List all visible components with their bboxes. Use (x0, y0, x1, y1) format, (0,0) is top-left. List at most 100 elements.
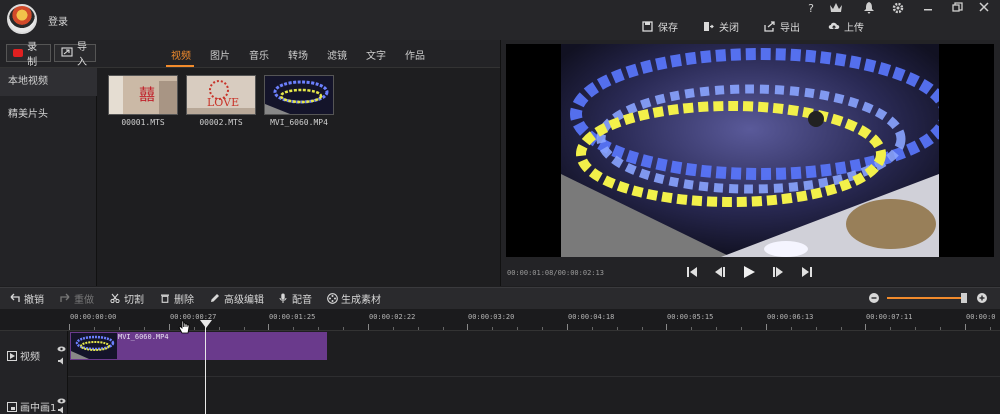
ruler-tick (691, 327, 692, 330)
gear-icon[interactable] (889, 2, 907, 16)
tab-text[interactable]: 文字 (366, 47, 386, 62)
ruler-tick (94, 327, 95, 330)
import-icon (61, 46, 73, 60)
skip-to-end-button[interactable] (799, 264, 815, 280)
media-filename: 00002.MTS (199, 118, 243, 127)
play-button[interactable] (741, 264, 757, 280)
svg-text:囍: 囍 (139, 85, 155, 104)
ruler-tick (865, 324, 866, 330)
vip-crown-icon[interactable] (827, 2, 845, 16)
dub-button[interactable]: 配音 (278, 291, 312, 306)
ruler-tick (816, 327, 817, 330)
video-track-label: 视频 (20, 352, 40, 363)
tab-images[interactable]: 图片 (210, 47, 230, 62)
ruler-label: 00:00:07:11 (866, 313, 913, 321)
ruler-tick (517, 327, 518, 330)
export-button[interactable]: 导出 (764, 18, 800, 34)
ruler-tick (617, 327, 618, 330)
ruler-tick (69, 324, 70, 330)
cut-button[interactable]: 切割 (110, 291, 144, 306)
ruler-label: 00:00:05:15 (667, 313, 714, 321)
pip-track-icon (7, 401, 17, 412)
close-project-label: 关闭 (719, 22, 739, 34)
login-link[interactable]: 登录 (48, 13, 68, 28)
ruler-tick (443, 327, 444, 330)
help-icon[interactable]: ? (802, 2, 820, 16)
bell-icon[interactable] (860, 2, 878, 16)
ruler-tick (766, 324, 767, 330)
tab-music[interactable]: 音乐 (249, 47, 269, 62)
ruler-tick (268, 324, 269, 330)
ruler-tick (144, 327, 145, 330)
zoom-slider[interactable] (887, 297, 965, 299)
ruler-tick (965, 324, 966, 330)
speaker-icon[interactable] (57, 357, 66, 368)
undo-button[interactable]: 撤销 (10, 291, 44, 306)
restore-icon[interactable] (948, 2, 966, 16)
close-project-button[interactable]: 关闭 (703, 18, 739, 34)
playhead[interactable] (205, 322, 206, 414)
save-label: 保存 (658, 22, 678, 34)
ruler-tick (492, 327, 493, 330)
record-button[interactable]: 录制 (6, 42, 51, 68)
pip-track[interactable] (68, 378, 1000, 414)
media-thumbnail[interactable] (264, 75, 334, 115)
import-button[interactable]: 导入 (54, 42, 96, 68)
active-tab-indicator (166, 65, 194, 67)
avatar[interactable] (7, 4, 37, 34)
redo-button[interactable]: 重做 (60, 291, 94, 306)
dub-label: 配音 (292, 294, 312, 306)
tab-transitions[interactable]: 转场 (288, 47, 308, 62)
ruler-label: 00:00:0 (966, 313, 996, 321)
minimize-icon[interactable] (919, 2, 937, 16)
ruler-tick (293, 327, 294, 330)
next-frame-button[interactable] (770, 264, 786, 280)
trash-icon (160, 293, 170, 303)
delete-label: 删除 (174, 294, 194, 306)
ruler-tick (542, 327, 543, 330)
media-thumbnail[interactable]: LOVE (186, 75, 256, 115)
tab-filters[interactable]: 滤镜 (327, 47, 347, 62)
generate-material-button[interactable]: 生成素材 (327, 291, 381, 306)
close-icon[interactable] (975, 2, 993, 16)
previous-frame-button[interactable] (712, 264, 728, 280)
hand-cursor-icon (178, 320, 190, 337)
skip-to-start-button[interactable] (684, 264, 700, 280)
import-label: 导入 (77, 42, 87, 68)
zoom-slider-handle[interactable] (961, 293, 967, 303)
ruler-tick (915, 327, 916, 330)
ruler-tick (841, 327, 842, 330)
ruler-tick (169, 324, 170, 330)
zoom-in-icon[interactable] (977, 293, 987, 303)
sidebar-item-intros[interactable]: 精美片头 (0, 101, 97, 129)
zoom-out-icon[interactable] (869, 293, 879, 303)
ruler-label: 00:00:06:13 (767, 313, 814, 321)
media-thumbnail[interactable]: 囍 (108, 75, 178, 115)
delete-button[interactable]: 删除 (160, 291, 194, 306)
edit-toolbar (0, 287, 1000, 309)
video-track-header: 视频 (7, 348, 40, 363)
media-filename: MVI_6060.MP4 (270, 118, 328, 127)
eye-icon[interactable] (57, 344, 66, 355)
ruler-tick (393, 327, 394, 330)
export-icon (764, 20, 775, 32)
playhead-handle[interactable] (200, 320, 212, 328)
ruler-tick (244, 327, 245, 330)
undo-icon (10, 293, 20, 303)
ruler-tick (890, 327, 891, 330)
record-label: 录制 (27, 42, 38, 68)
save-icon (642, 20, 653, 32)
tab-works[interactable]: 作品 (405, 47, 425, 62)
sidebar-item-local-video[interactable]: 本地视频 (0, 68, 97, 96)
generate-material-label: 生成素材 (341, 294, 381, 306)
ruler-tick (940, 327, 941, 330)
upload-icon (828, 21, 840, 32)
upload-button[interactable]: 上传 (828, 18, 864, 34)
save-button[interactable]: 保存 (642, 18, 678, 34)
ruler-label: 00:00:04:18 (568, 313, 615, 321)
record-icon (13, 49, 24, 57)
advanced-edit-button[interactable]: 高级编辑 (210, 291, 264, 306)
ruler-tick (990, 327, 991, 330)
speaker-icon[interactable] (57, 406, 66, 414)
tab-video[interactable]: 视频 (171, 47, 191, 62)
